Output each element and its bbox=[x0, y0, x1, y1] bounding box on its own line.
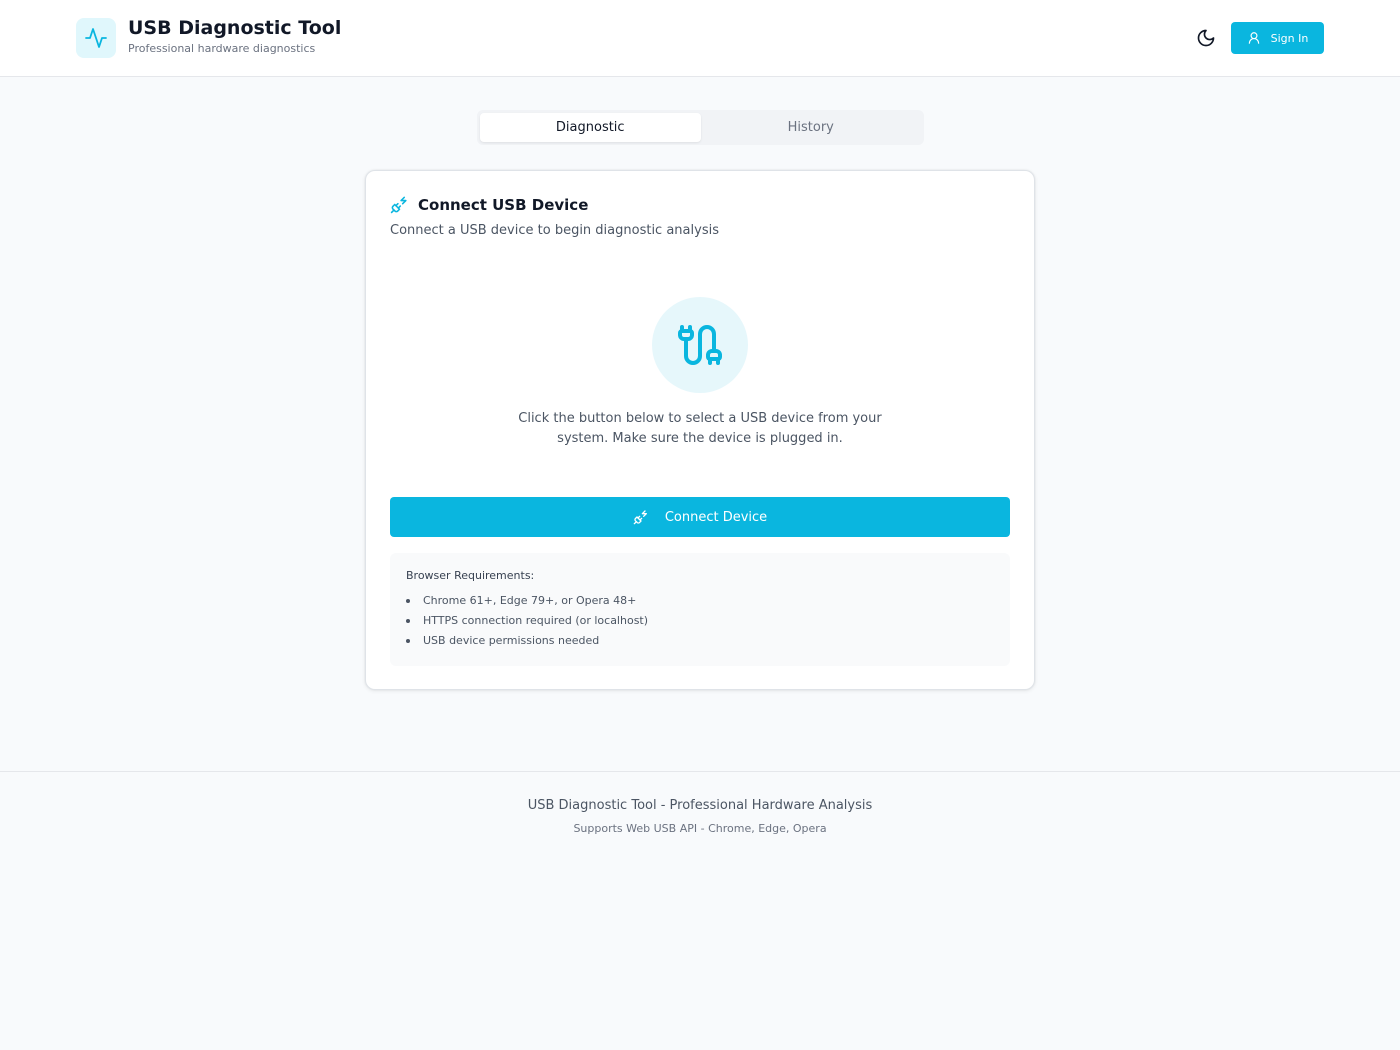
sign-in-label: Sign In bbox=[1270, 31, 1309, 45]
bullet bbox=[406, 639, 410, 643]
tab-history[interactable]: History bbox=[701, 113, 922, 142]
bullet bbox=[406, 599, 410, 603]
app-title: USB Diagnostic Tool bbox=[128, 16, 342, 39]
list-item: USB device permissions needed bbox=[406, 631, 994, 651]
card-header: Connect USB Device bbox=[390, 195, 588, 214]
footer-title: USB Diagnostic Tool - Professional Hardw… bbox=[527, 798, 873, 813]
connect-device-button[interactable]: Connect Device bbox=[390, 497, 1010, 537]
connect-instructions: Click the button below to select a USB d… bbox=[518, 411, 882, 446]
requirement-text: USB device permissions needed bbox=[423, 634, 600, 647]
connect-device-card: Connect USB Device Connect a USB device … bbox=[365, 170, 1035, 690]
requirements-list: Chrome 61+, Edge 79+, or Opera 48+ HTTPS… bbox=[406, 591, 994, 651]
activity-icon bbox=[76, 18, 116, 58]
main-tabs: Diagnostic History bbox=[477, 110, 924, 145]
requirements-title: Browser Requirements: bbox=[406, 569, 535, 582]
requirement-text: Chrome 61+, Edge 79+, or Opera 48+ bbox=[423, 594, 637, 607]
theme-toggle-button[interactable] bbox=[1190, 22, 1222, 54]
browser-requirements: Browser Requirements: Chrome 61+, Edge 7… bbox=[390, 553, 1010, 666]
moon-icon bbox=[1196, 28, 1216, 48]
brand: USB Diagnostic Tool Professional hardwar… bbox=[76, 16, 342, 58]
card-title: Connect USB Device bbox=[418, 195, 589, 214]
app-header: USB Diagnostic Tool Professional hardwar… bbox=[0, 0, 1400, 77]
bullet bbox=[406, 619, 410, 623]
list-item: HTTPS connection required (or localhost) bbox=[406, 611, 994, 631]
card-description: Connect a USB device to begin diagnostic… bbox=[390, 223, 719, 238]
footer-subtitle: Supports Web USB API - Chrome, Edge, Ope… bbox=[573, 822, 827, 835]
plug-zap-icon bbox=[633, 509, 649, 525]
app-footer: USB Diagnostic Tool - Professional Hardw… bbox=[0, 771, 1400, 1050]
list-item: Chrome 61+, Edge 79+, or Opera 48+ bbox=[406, 591, 994, 611]
connect-device-label: Connect Device bbox=[664, 509, 768, 525]
cable-icon bbox=[652, 297, 748, 393]
user-icon bbox=[1247, 31, 1261, 45]
app-subtitle: Professional hardware diagnostics bbox=[128, 41, 316, 55]
requirement-text: HTTPS connection required (or localhost) bbox=[423, 614, 649, 627]
plug-zap-icon bbox=[390, 195, 409, 214]
tab-diagnostic[interactable]: Diagnostic bbox=[480, 113, 701, 142]
sign-in-button[interactable]: Sign In bbox=[1231, 22, 1324, 54]
